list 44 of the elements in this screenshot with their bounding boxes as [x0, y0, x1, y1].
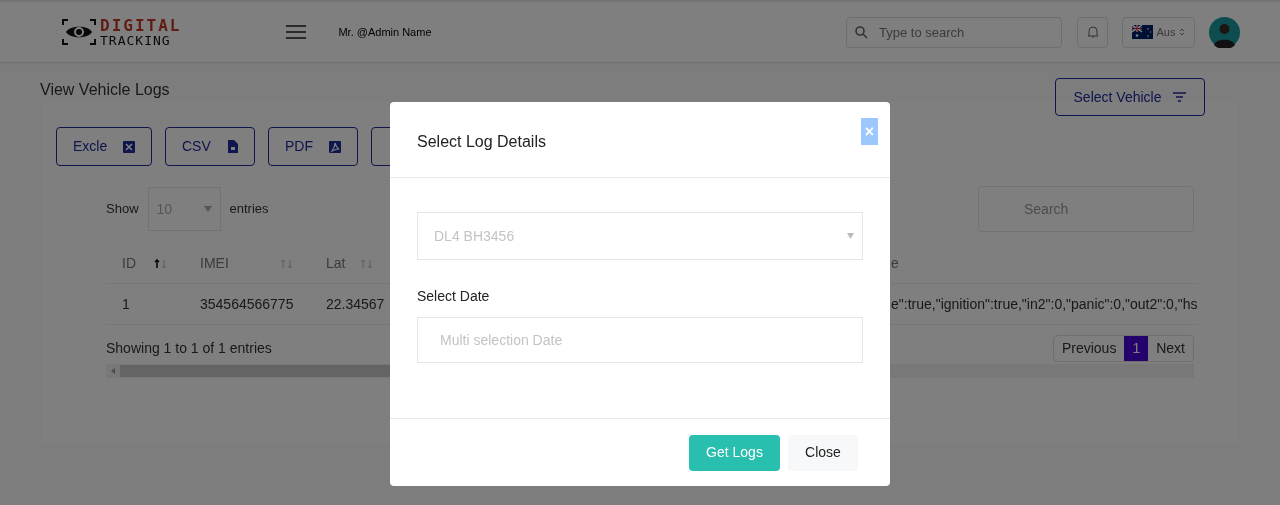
export-button[interactable]: PDF: [268, 127, 358, 166]
export-button[interactable]: CSV: [165, 127, 255, 166]
spreadsheet-icon: [123, 140, 135, 153]
menu-icon[interactable]: [286, 25, 307, 39]
file-icon: [228, 140, 238, 153]
dialog-button[interactable]: Close: [788, 434, 858, 471]
language-button[interactable]: Aus: [1122, 16, 1195, 48]
eye-icon: [62, 19, 96, 45]
caret-icon: [847, 233, 854, 239]
flag-icon: [1131, 25, 1153, 39]
date-field[interactable]: Multi selection Date: [417, 317, 863, 363]
pdf-icon: [329, 140, 341, 153]
updown-icon: [1179, 27, 1186, 37]
column-header: ID: [122, 254, 136, 273]
select-vehicle-button[interactable]: Select Vehicle: [1055, 78, 1205, 116]
column-header: e: [891, 254, 899, 273]
modal-title: Select Log Details: [417, 132, 546, 152]
table-cell-text: e":true,"ignition":true,"in2":0,"panic":0,"out2":0,"hs: [891, 294, 1198, 314]
page-button[interactable]: Previous: [1053, 336, 1125, 361]
page-title: View Vehicle Logs: [40, 80, 170, 100]
caret-icon: [203, 206, 212, 212]
field-label: Select Date: [417, 287, 491, 306]
table-cell-text: 354564566775: [200, 294, 294, 314]
logo-text: TRACKING: [100, 33, 172, 47]
entries-label: entries: [229, 200, 269, 219]
notification-button[interactable]: [1077, 16, 1108, 48]
dialog-button[interactable]: Get Logs: [689, 434, 780, 471]
column-header: Lat: [326, 254, 346, 273]
column-header: IMEI: [200, 254, 229, 273]
table-cell-text: 22.34567: [326, 294, 385, 314]
page-button[interactable]: Next: [1148, 336, 1193, 361]
filter-icon: [1173, 92, 1187, 102]
bell-icon: [1086, 25, 1099, 39]
sort-icon[interactable]: [154, 258, 168, 269]
user-name: Mr. @Admin Name: [338, 24, 432, 40]
logo-text: DIGITAL: [100, 17, 182, 34]
avatar[interactable]: [1209, 16, 1240, 48]
page-button[interactable]: 1: [1124, 336, 1149, 361]
search-icon: [855, 25, 868, 39]
show-label: Show: [106, 200, 139, 219]
table-cell-text: 1: [122, 294, 130, 314]
table-info: Showing 1 to 1 of 1 entries: [106, 339, 272, 358]
search-field[interactable]: Type to search: [846, 16, 1062, 48]
export-button[interactable]: Excle: [56, 127, 152, 166]
